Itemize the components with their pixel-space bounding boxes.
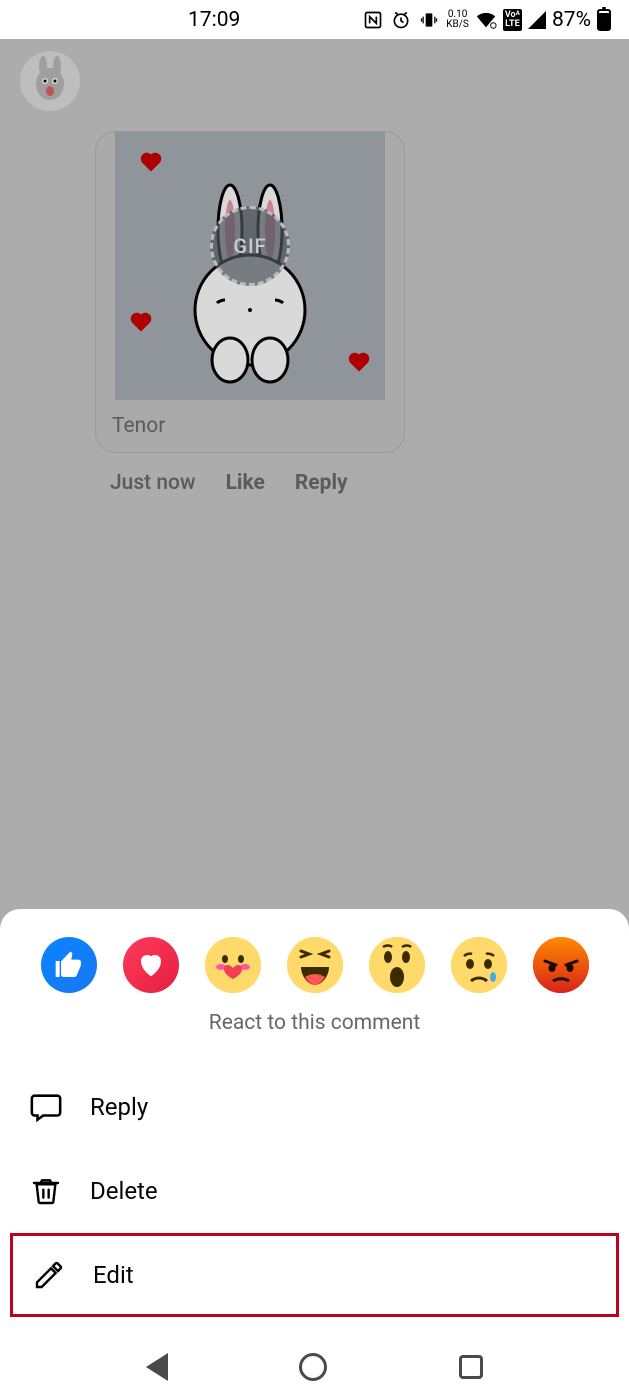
reaction-haha[interactable] — [287, 937, 343, 993]
nav-home-icon[interactable] — [299, 1353, 327, 1381]
nav-bar — [0, 1337, 629, 1397]
data-speed: 0.10KB/S — [446, 10, 469, 30]
care-face-icon — [205, 937, 261, 993]
heart-decoration-icon — [351, 355, 368, 372]
reactions-row — [0, 937, 629, 993]
reaction-like[interactable] — [41, 937, 97, 993]
action-bottom-sheet: React to this comment Reply Delete Edit — [0, 909, 629, 1337]
reaction-sad[interactable] — [451, 937, 507, 993]
battery-icon — [597, 9, 611, 31]
battery-percent: 87% — [552, 8, 591, 32]
status-bar: 17:09 0.10KB/S VoᴬLTE 87% — [0, 0, 629, 39]
nav-back-icon[interactable] — [146, 1353, 168, 1381]
status-time: 17:09 — [188, 8, 240, 32]
nfc-icon — [362, 9, 384, 31]
bugs-bunny-avatar-icon — [25, 56, 75, 106]
sad-face-icon — [451, 937, 507, 993]
comment-timestamp: Just now — [110, 471, 196, 495]
status-icons-group: 0.10KB/S VoᴬLTE 87% — [362, 8, 611, 32]
edit-option[interactable]: Edit — [10, 1233, 619, 1317]
reply-option-label: Reply — [90, 1093, 148, 1121]
thumbs-up-icon — [53, 949, 85, 981]
reply-button[interactable]: Reply — [295, 471, 348, 495]
alarm-icon — [390, 9, 412, 31]
delete-option[interactable]: Delete — [0, 1149, 629, 1233]
heart-decoration-icon — [143, 155, 160, 172]
reaction-love[interactable] — [123, 937, 179, 993]
gif-badge: GIF — [210, 206, 290, 286]
angry-face-icon — [533, 937, 589, 993]
avatar[interactable] — [20, 51, 80, 111]
reaction-care[interactable] — [205, 937, 261, 993]
options-list: Reply Delete Edit — [0, 1065, 629, 1317]
react-caption: React to this comment — [0, 1011, 629, 1035]
nav-recents-icon[interactable] — [459, 1355, 483, 1379]
wow-face-icon — [369, 937, 425, 993]
gif-source-label: Tenor — [96, 400, 404, 452]
gif-attachment[interactable]: GIF — [115, 132, 385, 400]
reaction-wow[interactable] — [369, 937, 425, 993]
edit-option-label: Edit — [93, 1261, 134, 1289]
reply-option[interactable]: Reply — [0, 1065, 629, 1149]
reply-icon — [28, 1089, 64, 1125]
haha-face-icon — [287, 937, 343, 993]
volte-icon: VoᴬLTE — [503, 9, 522, 31]
delete-option-label: Delete — [90, 1177, 158, 1205]
vibrate-icon — [418, 9, 440, 31]
comment-card[interactable]: GIF Tenor — [95, 131, 405, 453]
like-button[interactable]: Like — [226, 471, 265, 495]
heart-icon — [136, 950, 166, 980]
reaction-angry[interactable] — [533, 937, 589, 993]
signal-icon — [528, 11, 546, 29]
pencil-icon — [31, 1257, 67, 1293]
trash-icon — [28, 1173, 64, 1209]
wifi-icon — [475, 9, 497, 31]
comment-meta: Just now Like Reply — [110, 471, 348, 495]
heart-decoration-icon — [133, 315, 150, 332]
